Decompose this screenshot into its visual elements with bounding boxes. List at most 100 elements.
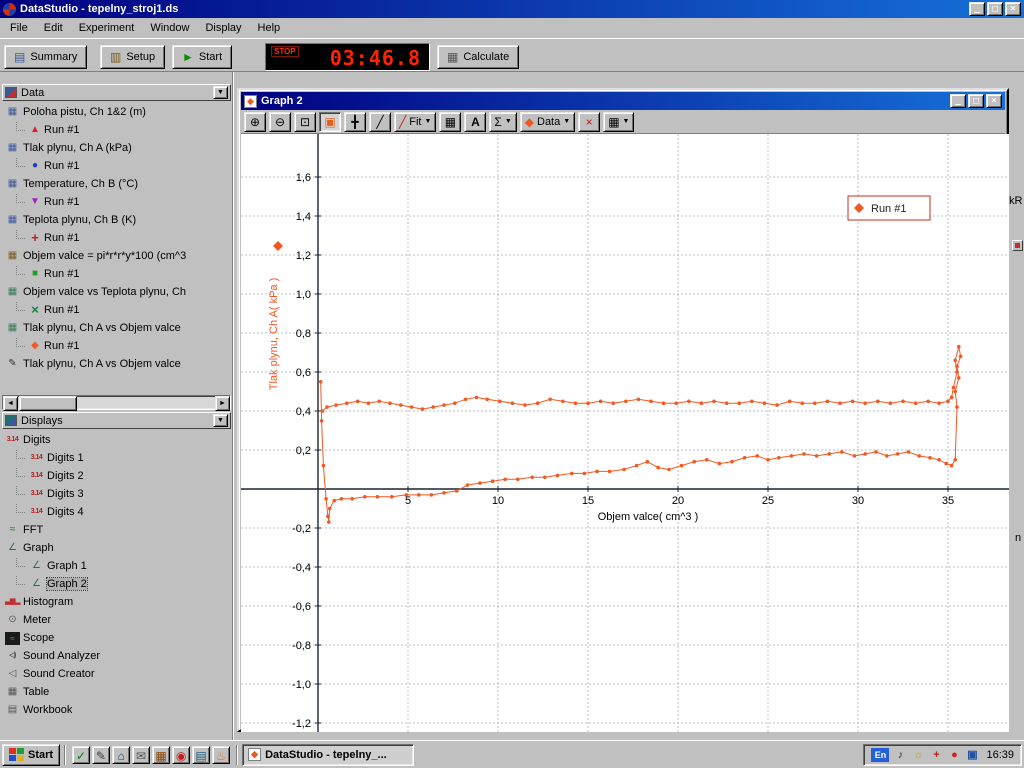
menu-file[interactable]: File (2, 19, 36, 37)
summary-button[interactable]: ▤ Summary (4, 45, 87, 69)
data-item[interactable]: ▦Teplota plynu, Ch B (K) (2, 211, 231, 229)
scale-to-fit-button[interactable]: ▣ (319, 112, 341, 132)
data-point (667, 468, 671, 472)
menu-display[interactable]: Display (197, 19, 249, 37)
menu-edit[interactable]: Edit (36, 19, 71, 37)
run-item[interactable]: ●Run #1 (2, 157, 231, 175)
quicklaunch-opera-icon[interactable]: ♨ (212, 746, 230, 764)
data-point (498, 400, 502, 404)
text-annotation-button[interactable]: A (464, 112, 486, 132)
run-item[interactable]: ▼Run #1 (2, 193, 231, 211)
graph-window-title: Graph 2 (261, 95, 950, 107)
volume-icon[interactable]: ♪ (893, 748, 907, 762)
quicklaunch-browser-icon[interactable]: ◉ (172, 746, 190, 764)
windows-logo-icon (9, 748, 24, 761)
data-menu-button[interactable]: ◆Data▼ (520, 112, 575, 132)
menu-window[interactable]: Window (142, 19, 197, 37)
graph-maximize-icon[interactable]: □ (968, 94, 984, 108)
setup-button[interactable]: ▥ Setup (100, 45, 165, 69)
calculate-button-label: Calculate (463, 51, 509, 63)
zoom-in-button[interactable]: ⊕ (244, 112, 266, 132)
graph-icon: ∠ (29, 577, 44, 591)
maximize-icon[interactable]: □ (987, 2, 1003, 16)
calculator-button[interactable]: ▦ (439, 112, 461, 132)
data-point (917, 454, 921, 458)
scroll-right-icon[interactable]: ► (215, 396, 230, 411)
zoom-select-button[interactable]: ⊡ (294, 112, 316, 132)
display-item-digits-2[interactable]: 3.14Digits 2 (2, 467, 231, 485)
zoom-out-button[interactable]: ⊖ (269, 112, 291, 132)
start-button[interactable]: ► Start (172, 45, 232, 69)
display-item-fft[interactable]: ≈FFT (2, 521, 231, 539)
minimize-icon[interactable]: _ (969, 2, 985, 16)
display-item-sound-analyzer[interactable]: ◁)Sound Analyzer (2, 647, 231, 665)
displays-dropdown-icon[interactable]: ▼ (213, 414, 228, 427)
run-item[interactable]: ◆Run #1 (2, 337, 231, 355)
data-tree-scrollbar[interactable]: ◄ ► (2, 395, 231, 410)
run-item[interactable]: ▲Run #1 (2, 121, 231, 139)
data-item[interactable]: ▦Poloha pistu, Ch 1&2 (m) (2, 103, 231, 121)
data-item[interactable]: ▦Objem valce = pi*r*r*y*100 (cm^3 (2, 247, 231, 265)
updater-icon[interactable]: ▣ (965, 748, 979, 762)
quicklaunch-books-icon[interactable]: ▤ (192, 746, 210, 764)
data-point (475, 396, 479, 400)
data-item[interactable]: ▦Temperature, Ch B (°C) (2, 175, 231, 193)
delete-button[interactable]: × (578, 112, 600, 132)
quicklaunch-calc-icon[interactable]: ▦ (152, 746, 170, 764)
smart-tool-button[interactable]: ╋ (344, 112, 366, 132)
displays-section-header: Displays ▼ (2, 412, 231, 429)
graph-close-icon[interactable]: × (986, 94, 1002, 108)
graph-settings-menu-button[interactable]: ▦▼ (603, 112, 634, 132)
slope-tool-button[interactable]: ╱ (369, 112, 391, 132)
quicklaunch-desktop-icon[interactable]: ⌂ (112, 746, 130, 764)
menu-help[interactable]: Help (250, 19, 289, 37)
scheduler-icon[interactable]: ☼ (911, 748, 925, 762)
data-item-label: Teplota plynu, Ch B (K) (23, 214, 136, 226)
display-item-histogram[interactable]: ▃▆▂Histogram (2, 593, 231, 611)
data-item[interactable]: ✎Tlak plynu, Ch A vs Objem valce (2, 355, 231, 373)
display-item-sound-creator[interactable]: ◁Sound Creator (2, 665, 231, 683)
run-item[interactable]: ×Run #1 (2, 301, 231, 319)
quicklaunch-check-icon[interactable]: ✓ (72, 746, 90, 764)
display-item-digits[interactable]: 3.14Digits (2, 431, 231, 449)
x-tick-label: 35 (942, 495, 954, 507)
data-item[interactable]: ▦Objem valce vs Teplota plynu, Ch (2, 283, 231, 301)
display-item-graph-2[interactable]: ∠Graph 2 (2, 575, 231, 593)
pressure-volume-chart[interactable]: 1,61,41,21,00,80,60,40,2-0,2-0,4-0,6-0,8… (241, 134, 1009, 732)
menu-experiment[interactable]: Experiment (71, 19, 143, 37)
data-item[interactable]: ▦Tlak plynu, Ch A (kPa) (2, 139, 231, 157)
graph-minimize-icon[interactable]: _ (950, 94, 966, 108)
display-item-meter[interactable]: ⊙Meter (2, 611, 231, 629)
data-item[interactable]: ▦Tlak plynu, Ch A vs Objem valce (2, 319, 231, 337)
display-item-graph[interactable]: ∠Graph (2, 539, 231, 557)
display-item-workbook[interactable]: ▤Workbook (2, 701, 231, 719)
display-item-scope[interactable]: ≈Scope (2, 629, 231, 647)
app-titlebar: DataStudio - tepelny_stroj1.ds _ □ × (0, 0, 1024, 18)
start-menu-button[interactable]: Start (2, 744, 60, 766)
display-item-digits-4[interactable]: 3.14Digits 4 (2, 503, 231, 521)
antivirus-icon[interactable]: ● (947, 748, 961, 762)
display-item-digits-3[interactable]: 3.14Digits 3 (2, 485, 231, 503)
graph-plot-area[interactable]: 1,61,41,21,00,80,60,40,2-0,2-0,4-0,6-0,8… (241, 134, 1009, 732)
display-item-label: Digits 2 (47, 470, 84, 482)
scroll-left-icon[interactable]: ◄ (3, 396, 18, 411)
scrollbar-thumb[interactable] (19, 396, 77, 411)
quicklaunch-notes-icon[interactable]: ✎ (92, 746, 110, 764)
display-item-graph-1[interactable]: ∠Graph 1 (2, 557, 231, 575)
display-item-digits-1[interactable]: 3.14Digits 1 (2, 449, 231, 467)
data-item-label: Objem valce vs Teplota plynu, Ch (23, 286, 186, 298)
data-point (442, 403, 446, 407)
calculate-button[interactable]: ▦ Calculate (437, 45, 519, 69)
run-item[interactable]: +Run #1 (2, 229, 231, 247)
run-item[interactable]: ■Run #1 (2, 265, 231, 283)
health-icon[interactable]: + (929, 748, 943, 762)
quicklaunch-mail-icon[interactable]: ✉ (132, 746, 150, 764)
fit-menu-button[interactable]: ╱Fit▼ (394, 112, 436, 132)
language-indicator[interactable]: En (871, 748, 889, 762)
datastudio-task-button[interactable]: ◆ DataStudio - tepelny_... (242, 744, 414, 766)
graph-window-titlebar[interactable]: ◆ Graph 2 _ □ × (241, 92, 1005, 110)
display-item-table[interactable]: ▦Table (2, 683, 231, 701)
data-dropdown-icon[interactable]: ▼ (213, 86, 228, 99)
statistics-menu-button[interactable]: Σ▼ (489, 112, 516, 132)
close-icon[interactable]: × (1005, 2, 1021, 16)
